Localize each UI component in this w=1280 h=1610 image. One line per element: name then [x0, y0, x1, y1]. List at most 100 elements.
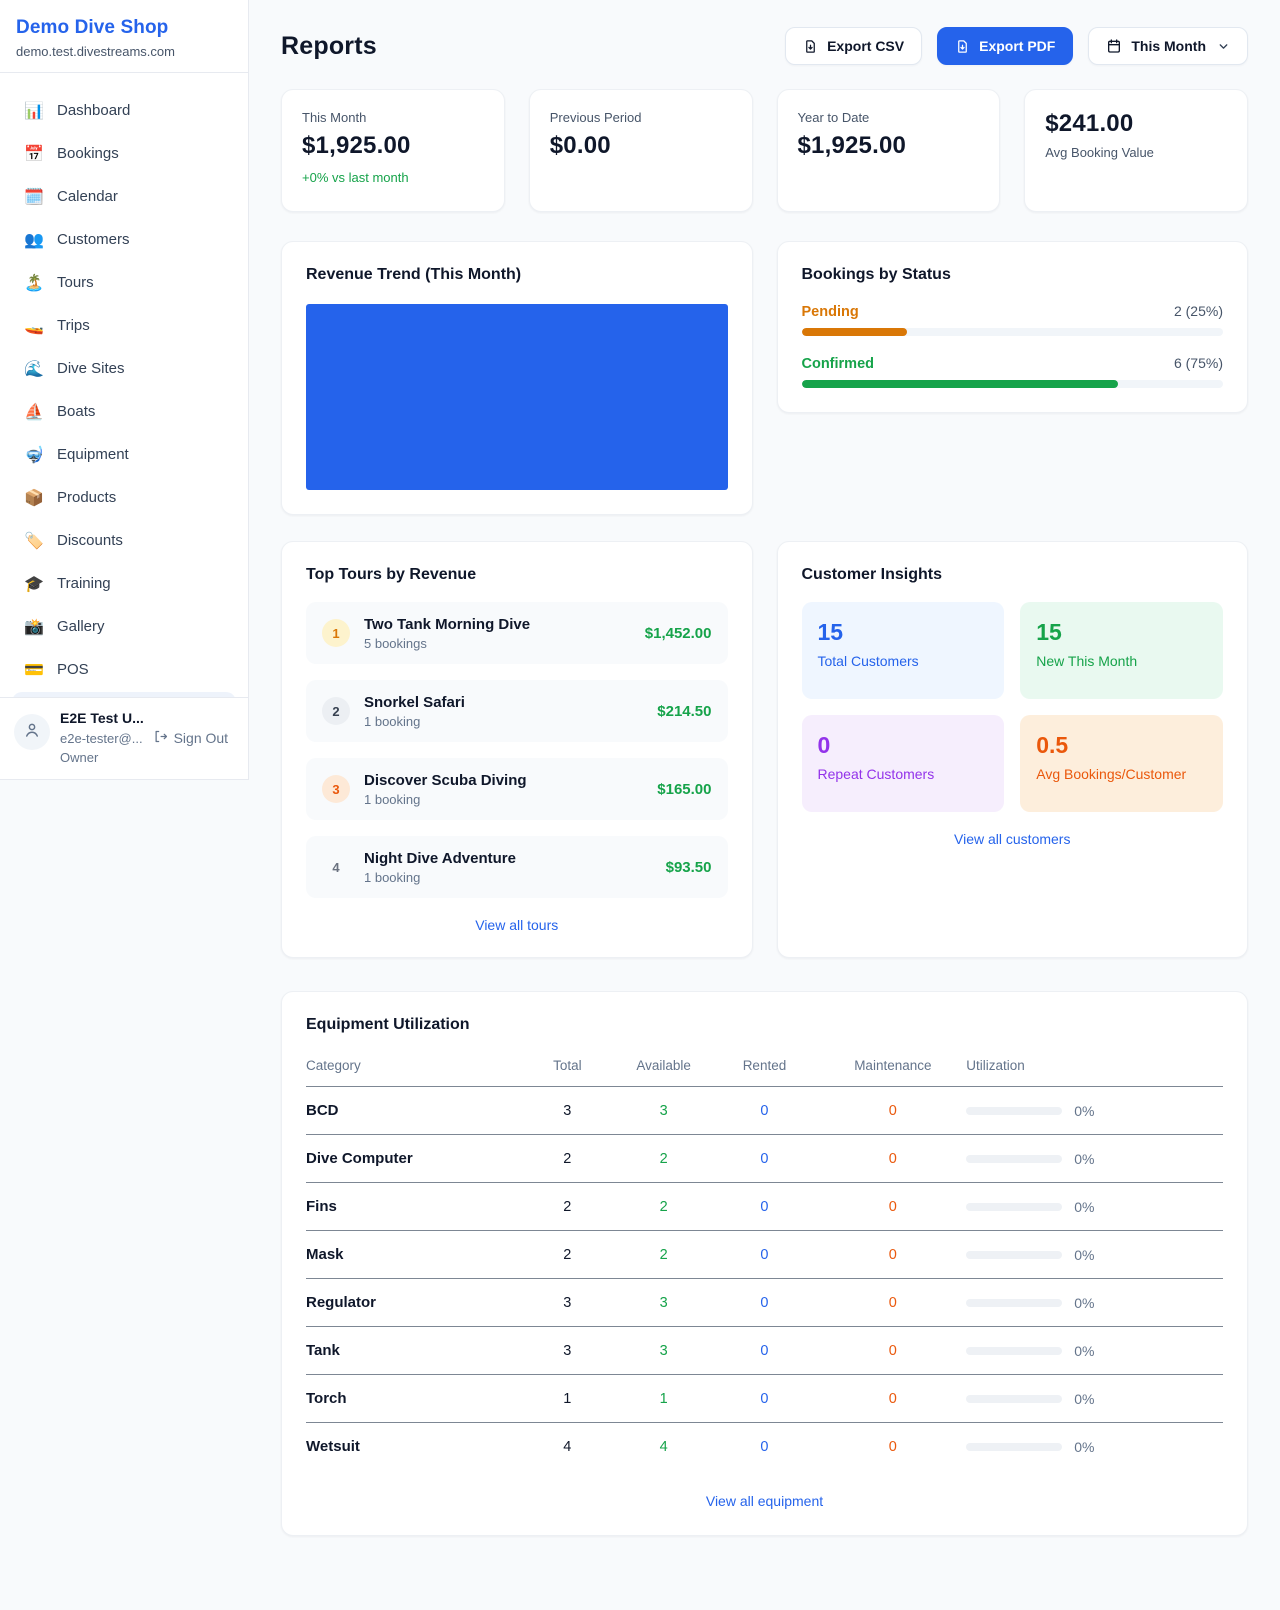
- equipment-table-header-row: Category Total Available Rented Maintena…: [306, 1048, 1223, 1087]
- sign-out-label: Sign Out: [174, 730, 228, 746]
- utilization-percent: 0%: [1074, 1391, 1094, 1407]
- tours-list: 1 Two Tank Morning Dive 5 bookings $1,45…: [306, 602, 728, 898]
- sidebar-item-trips[interactable]: 🚤 Trips: [12, 304, 236, 347]
- equipment-maintenance: 0: [819, 1375, 966, 1423]
- stat-cards: This Month $1,925.00 +0% vs last month P…: [281, 89, 1248, 212]
- utilization-percent: 0%: [1074, 1439, 1094, 1455]
- equipment-maintenance: 0: [819, 1135, 966, 1183]
- sidebar-item-boats[interactable]: ⛵ Boats: [12, 390, 236, 433]
- stat-label: Year to Date: [798, 110, 980, 125]
- export-pdf-button[interactable]: Export PDF: [937, 27, 1073, 65]
- bookings-by-status-title: Bookings by Status: [802, 266, 1224, 284]
- tour-bookings: 1 booking: [364, 870, 652, 885]
- equipment-rented: 0: [709, 1135, 819, 1183]
- tour-bookings: 5 bookings: [364, 636, 631, 651]
- gallery-icon: 📸: [24, 617, 44, 637]
- sidebar-item-label: Bookings: [57, 145, 119, 162]
- insight-label: Repeat Customers: [818, 766, 989, 782]
- stat-value: $0.00: [550, 132, 732, 160]
- view-all-equipment-link[interactable]: View all equipment: [306, 1493, 1223, 1509]
- sidebar-item-bookings[interactable]: 📅 Bookings: [12, 132, 236, 175]
- equipment-category: Tank: [306, 1327, 517, 1375]
- sidebar-item-customers[interactable]: 👥 Customers: [12, 218, 236, 261]
- stat-value: $1,925.00: [798, 132, 980, 160]
- discounts-icon: 🏷️: [24, 531, 44, 551]
- insight-value: 0.5: [1036, 732, 1207, 759]
- equipment-total: 3: [517, 1279, 618, 1327]
- pos-icon: 💳: [24, 660, 44, 680]
- sign-out-button[interactable]: Sign Out: [153, 729, 228, 747]
- tour-bookings: 1 booking: [364, 792, 643, 807]
- tour-rank-badge: 2: [322, 697, 350, 725]
- sidebar-item-dive-sites[interactable]: 🌊 Dive Sites: [12, 347, 236, 390]
- stat-card: This Month $1,925.00 +0% vs last month: [281, 89, 505, 212]
- equipment-utilization-card: Equipment Utilization Category Total Ava…: [281, 991, 1248, 1536]
- utilization-bar-track: [966, 1347, 1062, 1355]
- top-tours-title: Top Tours by Revenue: [306, 566, 728, 584]
- sidebar-item-tours[interactable]: 🏝️ Tours: [12, 261, 236, 304]
- sidebar-item-equipment[interactable]: 🤿 Equipment: [12, 433, 236, 476]
- equipment-total: 1: [517, 1375, 618, 1423]
- equipment-table-row: Wetsuit 4 4 0 0 0%: [306, 1423, 1223, 1471]
- equipment-rented: 0: [709, 1423, 819, 1471]
- status-rows: Pending 2 (25%) Confirmed 6 (75%): [802, 303, 1224, 388]
- equipment-rented: 0: [709, 1183, 819, 1231]
- stat-value: $1,925.00: [302, 132, 484, 160]
- utilization-bar-track: [966, 1299, 1062, 1307]
- period-selector[interactable]: This Month: [1088, 27, 1248, 65]
- sidebar-item-label: Products: [57, 489, 116, 506]
- sidebar-item-discounts[interactable]: 🏷️ Discounts: [12, 519, 236, 562]
- stat-value: $241.00: [1045, 110, 1227, 138]
- page-title: Reports: [281, 32, 377, 61]
- user-role: Owner: [60, 750, 234, 765]
- sidebar-item-label: Discounts: [57, 532, 123, 549]
- sidebar-item-label: Tours: [57, 274, 94, 291]
- period-selector-label: This Month: [1131, 38, 1206, 54]
- sidebar-item-pos[interactable]: 💳 POS: [12, 648, 236, 691]
- equipment-rented: 0: [709, 1375, 819, 1423]
- user-name: E2E Test U...: [60, 710, 234, 726]
- sidebar-item-calendar[interactable]: 🗓️ Calendar: [12, 175, 236, 218]
- stat-label: Previous Period: [550, 110, 732, 125]
- utilization-bar-track: [966, 1443, 1062, 1451]
- status-bar-fill: [802, 380, 1118, 388]
- equipment-total: 2: [517, 1135, 618, 1183]
- status-count: 2 (25%): [1174, 303, 1223, 319]
- tour-row: 4 Night Dive Adventure 1 booking $93.50: [306, 836, 728, 898]
- status-label: Pending: [802, 304, 859, 320]
- view-all-customers-link[interactable]: View all customers: [802, 831, 1224, 847]
- sidebar-item-gallery[interactable]: 📸 Gallery: [12, 605, 236, 648]
- sidebar-item-training[interactable]: 🎓 Training: [12, 562, 236, 605]
- file-download-icon: [803, 39, 818, 54]
- column-header-total: Total: [517, 1048, 618, 1087]
- stat-label: This Month: [302, 110, 484, 125]
- insight-tile: 15 New This Month: [1020, 602, 1223, 699]
- export-csv-button[interactable]: Export CSV: [785, 27, 922, 65]
- sidebar-item-label: Dive Sites: [57, 360, 125, 377]
- training-icon: 🎓: [24, 574, 44, 594]
- shop-name[interactable]: Demo Dive Shop: [16, 17, 232, 39]
- equipment-available: 3: [618, 1087, 710, 1135]
- sidebar-item-label: Customers: [57, 231, 130, 248]
- reports-page: Demo Dive Shop demo.test.divestreams.com…: [0, 0, 1280, 1610]
- equipment-available: 2: [618, 1135, 710, 1183]
- user-email: e2e-tester@...: [60, 731, 143, 746]
- tour-name: Night Dive Adventure: [364, 850, 652, 867]
- equipment-maintenance: 0: [819, 1087, 966, 1135]
- equipment-total: 4: [517, 1423, 618, 1471]
- dive-sites-icon: 🌊: [24, 359, 44, 379]
- view-all-tours-link[interactable]: View all tours: [306, 917, 728, 933]
- revenue-trend-title: Revenue Trend (This Month): [306, 266, 728, 284]
- sidebar-item-label: Gallery: [57, 618, 105, 635]
- sidebar-item-dashboard[interactable]: 📊 Dashboard: [12, 89, 236, 132]
- bookings-by-status-card: Bookings by Status Pending 2 (25%) Confi…: [777, 241, 1249, 413]
- tour-name: Two Tank Morning Dive: [364, 616, 631, 633]
- customer-insights-title: Customer Insights: [802, 566, 1224, 584]
- status-bar-track: [802, 328, 1224, 336]
- equipment-category: Regulator: [306, 1279, 517, 1327]
- sidebar-item-label: Training: [57, 575, 111, 592]
- equipment-table-row: Mask 2 2 0 0 0%: [306, 1231, 1223, 1279]
- tour-amount: $165.00: [657, 781, 711, 798]
- sidebar-item-products[interactable]: 📦 Products: [12, 476, 236, 519]
- avatar: [14, 714, 50, 750]
